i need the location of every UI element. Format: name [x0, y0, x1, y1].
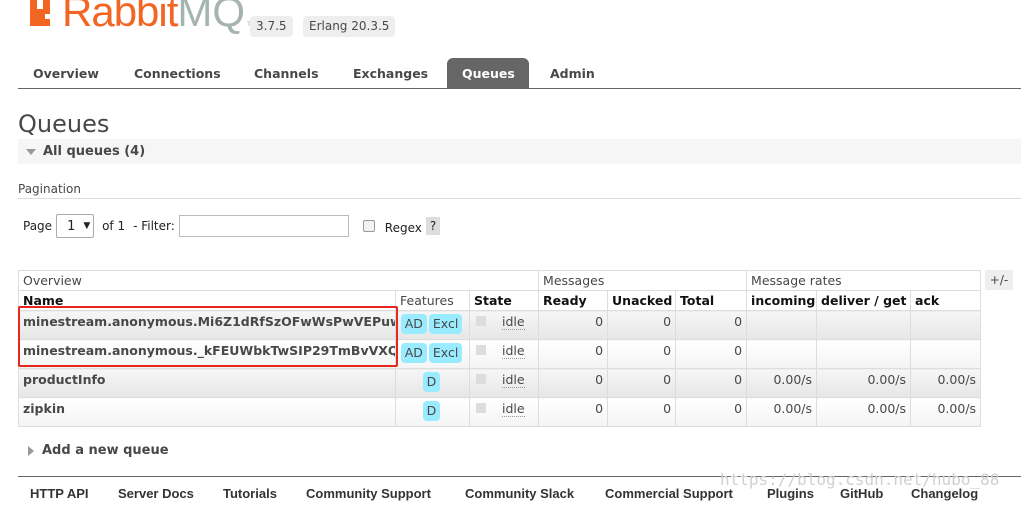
- deliver-rate-cell: [816, 339, 912, 369]
- col-deliver[interactable]: deliver / get: [816, 290, 912, 311]
- regex-checkbox[interactable]: [362, 220, 375, 232]
- state-label: idle: [502, 372, 525, 388]
- state-cell: idle: [468, 339, 540, 369]
- ready-cell: 0: [538, 339, 609, 369]
- pager: Page 1 ▼ of 1 - Filter: Regex ?: [23, 214, 441, 238]
- all-queues-toggle[interactable]: All queues (4): [18, 139, 1021, 164]
- incoming-rate-cell: [746, 339, 818, 369]
- ack-rate-cell: [910, 339, 982, 369]
- queue-name-link[interactable]: productInfo: [18, 368, 396, 398]
- ready-cell: 0: [538, 310, 609, 340]
- collapse-triangle-icon: [26, 149, 36, 155]
- table-row: productInfo D idle 0 0 0 0.00/s 0.00/s 0…: [18, 368, 982, 398]
- pagination-heading: Pagination: [18, 182, 1021, 199]
- unacked-cell: 0: [607, 339, 677, 369]
- features-cell: D: [395, 397, 470, 427]
- group-rates: Message rates: [746, 270, 982, 291]
- tab-admin[interactable]: Admin: [535, 58, 610, 89]
- features-cell: AD Excl: [395, 339, 470, 369]
- footer-link-http-api[interactable]: HTTP API: [30, 486, 89, 501]
- unacked-cell: 0: [607, 397, 677, 427]
- col-ack[interactable]: ack: [910, 290, 982, 311]
- state-label: idle: [502, 401, 525, 417]
- highlight-box: [18, 306, 398, 367]
- unacked-cell: 0: [607, 368, 677, 398]
- ack-rate-cell: 0.00/s: [910, 368, 982, 398]
- regex-label: Regex: [384, 221, 422, 235]
- state-indicator-icon: [476, 374, 486, 384]
- state-label: idle: [502, 343, 525, 359]
- deliver-rate-cell: 0.00/s: [816, 397, 912, 427]
- unacked-cell: 0: [607, 310, 677, 340]
- table-row: zipkin D idle 0 0 0 0.00/s 0.00/s 0.00/s: [18, 397, 982, 427]
- incoming-rate-cell: 0.00/s: [746, 368, 818, 398]
- state-label: idle: [502, 314, 525, 330]
- column-toggle-button[interactable]: +/-: [985, 270, 1013, 290]
- incoming-rate-cell: 0.00/s: [746, 397, 818, 427]
- col-incoming[interactable]: incoming: [746, 290, 818, 311]
- feature-badge-excl[interactable]: Excl: [428, 343, 463, 363]
- tab-queues[interactable]: Queues: [447, 58, 529, 89]
- col-unacked[interactable]: Unacked: [607, 290, 677, 311]
- deliver-rate-cell: [816, 310, 912, 340]
- group-messages: Messages: [538, 270, 748, 291]
- ack-rate-cell: 0.00/s: [910, 397, 982, 427]
- total-cell: 0: [675, 339, 748, 369]
- state-cell: idle: [468, 310, 540, 340]
- footer-link-community-slack[interactable]: Community Slack: [465, 486, 574, 501]
- footer-link-server-docs[interactable]: Server Docs: [118, 486, 194, 501]
- feature-badge-ad[interactable]: AD: [400, 314, 427, 334]
- ready-cell: 0: [538, 397, 609, 427]
- feature-badge-d[interactable]: D: [422, 372, 441, 392]
- feature-badge-excl[interactable]: Excl: [428, 314, 463, 334]
- feature-badge-ad[interactable]: AD: [400, 343, 427, 363]
- queue-name-link[interactable]: zipkin: [18, 397, 396, 427]
- main-nav: Overview Connections Channels Exchanges …: [18, 58, 1021, 89]
- feature-badge-d[interactable]: D: [422, 401, 441, 421]
- incoming-rate-cell: [746, 310, 818, 340]
- col-state[interactable]: State: [468, 290, 540, 311]
- state-indicator-icon: [476, 403, 486, 413]
- footer-link-community-support[interactable]: Community Support: [306, 486, 431, 501]
- add-queue-toggle[interactable]: Add a new queue: [28, 443, 169, 458]
- version-badge: 3.7.5: [250, 16, 293, 37]
- rabbit-logo-icon: [30, 0, 50, 26]
- footer-link-tutorials[interactable]: Tutorials: [223, 486, 277, 501]
- tab-connections[interactable]: Connections: [119, 58, 236, 89]
- page-title: Queues: [18, 110, 110, 138]
- features-cell: D: [395, 368, 470, 398]
- deliver-rate-cell: 0.00/s: [816, 368, 912, 398]
- col-ready[interactable]: Ready: [538, 290, 609, 311]
- state-cell: idle: [468, 397, 540, 427]
- expand-triangle-icon: [28, 445, 34, 456]
- features-cell: AD Excl: [395, 310, 470, 340]
- total-cell: 0: [675, 310, 748, 340]
- state-indicator-icon: [476, 345, 486, 355]
- ack-rate-cell: [910, 310, 982, 340]
- erlang-version-badge: Erlang 20.3.5: [303, 16, 396, 37]
- state-indicator-icon: [476, 316, 486, 326]
- regex-help-button[interactable]: ?: [425, 217, 441, 235]
- rabbitmq-logo: RabbitMQTM: [30, 0, 256, 33]
- watermark: https://blog.csdn.net/hubo_88: [720, 470, 1000, 489]
- footer-link-commercial-support[interactable]: Commercial Support: [605, 486, 733, 501]
- col-features: Features: [395, 290, 470, 311]
- tab-exchanges[interactable]: Exchanges: [338, 58, 443, 89]
- total-cell: 0: [675, 397, 748, 427]
- group-overview: Overview: [17, 270, 540, 291]
- state-cell: idle: [468, 368, 540, 398]
- page-select[interactable]: 1 ▼: [56, 214, 95, 238]
- dropdown-arrow-icon: ▼: [83, 221, 91, 231]
- tab-overview[interactable]: Overview: [18, 58, 114, 89]
- filter-input[interactable]: [178, 215, 349, 237]
- tab-channels[interactable]: Channels: [239, 58, 334, 89]
- ready-cell: 0: [538, 368, 609, 398]
- col-total[interactable]: Total: [675, 290, 748, 311]
- total-cell: 0: [675, 368, 748, 398]
